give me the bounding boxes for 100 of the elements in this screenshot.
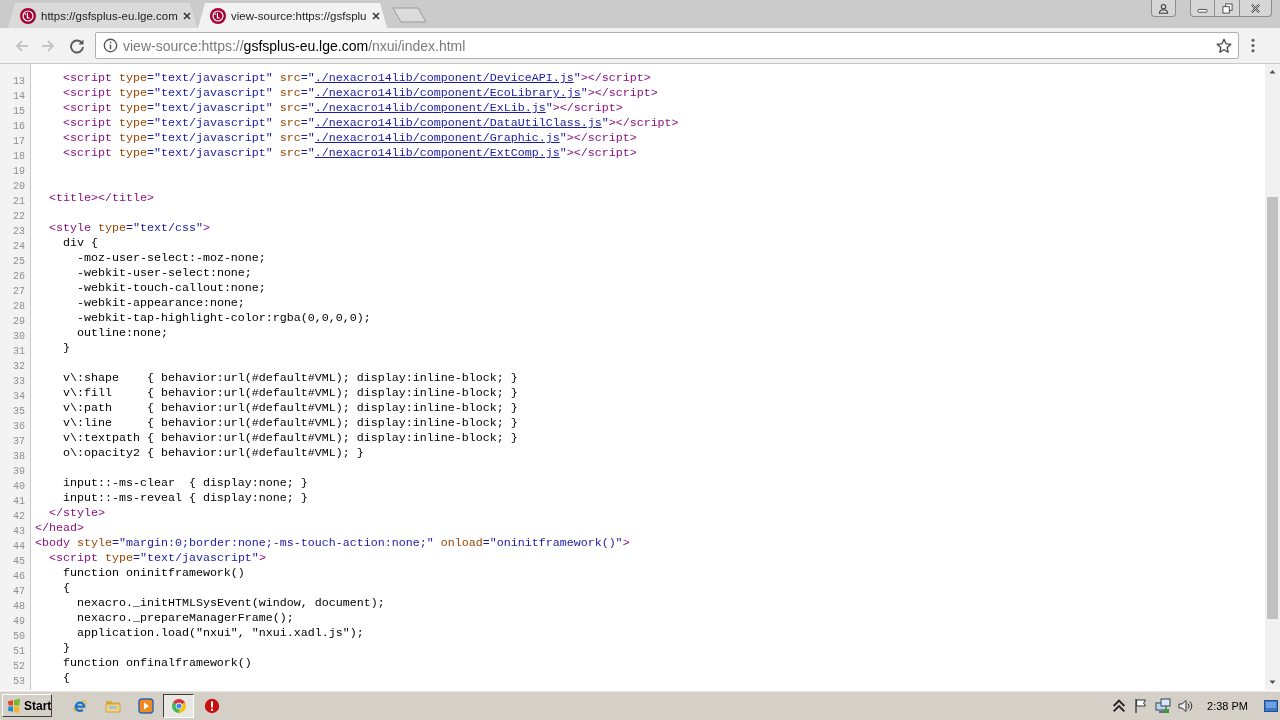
line-number: 32 [13, 361, 25, 372]
html-tag: </style> [49, 506, 105, 520]
line-number: 49 [13, 616, 25, 627]
code-text: nexacro._initHTMLSysEvent(window, document); [77, 596, 385, 610]
attribute-value: ="text/javascript" [132, 551, 259, 565]
address-bar[interactable]: view-source:https://gsfsplus-eu.lge.com/nxui/index.html [95, 32, 1239, 59]
source-link[interactable]: ./nexacro14lib/component/DeviceAPI.js [314, 71, 574, 85]
speaker-icon[interactable] [1177, 697, 1194, 714]
line-number: 23 [13, 226, 25, 237]
html-tag: <script [63, 131, 112, 145]
attribute-value: " [601, 116, 609, 130]
html-tag: <script [63, 101, 112, 115]
star-icon[interactable] [1216, 37, 1232, 54]
line-number: 33 [13, 376, 25, 387]
line-number: 29 [13, 316, 25, 327]
attribute-name: type [118, 71, 147, 85]
line-number: 48 [13, 601, 25, 612]
chevron-up-icon[interactable] [1111, 697, 1128, 714]
code-text: v\:path { behavior:url(#default#VML); display:inline-block; } [63, 401, 518, 415]
start-button[interactable]: Start [2, 694, 52, 717]
line-number: 21 [13, 196, 25, 207]
line-number: 39 [13, 466, 25, 477]
line-number: 30 [13, 331, 25, 342]
line-number: 51 [13, 646, 25, 657]
attribute-value: " [580, 86, 588, 100]
attribute-name: type [118, 86, 147, 100]
attribute-value: ="oninitframework()" [482, 536, 623, 550]
circle-logo-icon [210, 7, 226, 24]
code-text: -webkit-tap-highlight-color:rgba(0,0,0,0); [77, 311, 371, 325]
attribute-name: src [279, 116, 301, 130]
html-tag: > [202, 221, 210, 235]
line-number: 24 [13, 241, 25, 252]
html-tag: </head> [35, 521, 84, 535]
code-text: v\:textpath { behavior:url(#default#VML); display:inline-block; } [63, 431, 518, 445]
code-text: -webkit-user-select:none; [77, 266, 252, 280]
line-number: 16 [13, 121, 25, 132]
source-link[interactable]: ./nexacro14lib/component/Graphic.js [314, 131, 560, 145]
minimize-button[interactable] [1190, 0, 1215, 17]
line-number: 36 [13, 421, 25, 432]
code-text: input::-ms-clear { display:none; } [63, 476, 308, 490]
taskbar-app-button[interactable] [163, 693, 194, 718]
attribute-value: ="text/javascript" [146, 146, 273, 160]
attribute-name: src [279, 131, 301, 145]
close-icon[interactable] [182, 11, 191, 20]
source-link[interactable]: ./nexacro14lib/component/ExLib.js [314, 101, 546, 115]
source-link[interactable]: ./nexacro14lib/component/DataUtilClass.js [314, 116, 602, 130]
code-text: outline:none; [77, 326, 168, 340]
attribute-value: " [559, 146, 567, 160]
html-tag: <style [49, 221, 91, 235]
attribute-name: src [279, 71, 301, 85]
html-tag: ></script> [552, 101, 623, 115]
line-number: 28 [13, 301, 25, 312]
line-number: 13 [13, 76, 25, 87]
browser-tab[interactable]: https://gsfsplus-eu.lge.com [8, 3, 197, 28]
attribute-value: ="text/javascript" [146, 86, 273, 100]
line-number: 17 [13, 136, 25, 147]
attribute-name: type [104, 551, 133, 565]
code-text: } [63, 341, 70, 355]
menu-icon[interactable] [1251, 38, 1255, 53]
code-text: o\:opacity2 { behavior:url(#default#VML); } [63, 446, 364, 460]
code-text: v\:shape { behavior:url(#default#VML); display:inline-block; } [63, 371, 518, 385]
show-desktop-icon[interactable] [1264, 698, 1278, 713]
attribute-value: =" [300, 131, 315, 145]
code-text: application.load("nxui", "nxui.xadl.js"); [77, 626, 364, 640]
source-link[interactable]: ./nexacro14lib/component/ExtComp.js [314, 146, 560, 160]
code-text: div { [63, 236, 98, 250]
attribute-name: type [98, 221, 126, 235]
info-icon[interactable] [103, 38, 118, 53]
profile-button[interactable] [1151, 0, 1176, 17]
e-logo-icon [71, 697, 88, 714]
close-icon[interactable] [371, 11, 380, 20]
attribute-value: ="text/javascript" [146, 101, 273, 115]
line-number: 27 [13, 286, 25, 297]
segmented-circle-icon [170, 697, 187, 714]
attribute-value: " [545, 101, 553, 115]
html-tag: <script [63, 116, 112, 130]
line-number: 25 [13, 256, 25, 267]
restore-button[interactable] [1215, 0, 1240, 17]
line-number: 44 [13, 541, 25, 552]
person-icon [1158, 2, 1169, 14]
attribute-value: =" [300, 116, 315, 130]
line-number: 53 [13, 676, 25, 687]
close-icon [1250, 2, 1261, 14]
line-number: 35 [13, 406, 25, 417]
browser-tab[interactable]: view-source:https://gsfsplu [198, 3, 387, 28]
code-text: -moz-user-select:-moz-none; [77, 251, 266, 265]
scrollbar-thumb[interactable] [1267, 197, 1278, 619]
html-tag: <script [63, 146, 112, 160]
reload-icon[interactable] [69, 37, 85, 54]
attribute-name: type [118, 131, 147, 145]
code-text: { [63, 581, 70, 595]
close-window-button[interactable] [1240, 0, 1272, 17]
attribute-name: onload [440, 536, 483, 550]
line-number: 19 [13, 166, 25, 177]
source-link[interactable]: ./nexacro14lib/component/EcoLibrary.js [314, 86, 581, 100]
html-tag: > [622, 536, 630, 550]
taskbar-clock[interactable]: 2:38 PM [1207, 699, 1248, 712]
network-icon[interactable] [1155, 697, 1172, 714]
line-number: 20 [13, 181, 25, 192]
html-tag: ></script> [580, 71, 651, 85]
